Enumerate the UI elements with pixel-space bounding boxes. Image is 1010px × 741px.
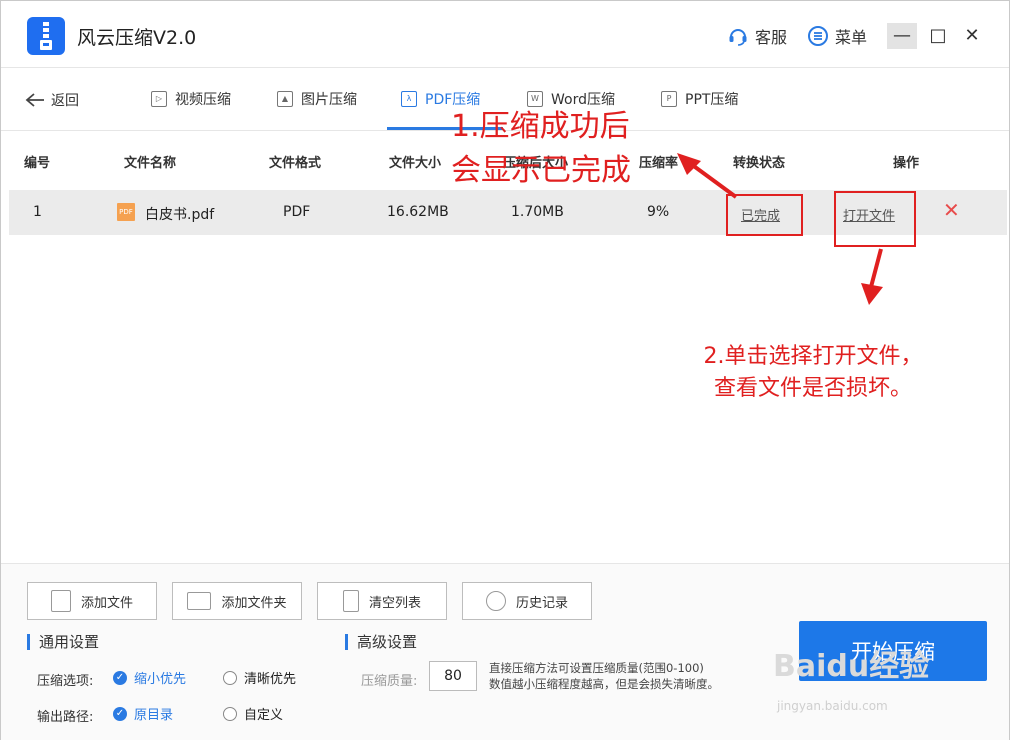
clear-list-label: 清空列表 bbox=[368, 595, 421, 611]
radio-label: 缩小优先 bbox=[134, 672, 187, 687]
quality-desc-line1: 直接压缩方法可设置压缩质量(范围0-100) bbox=[489, 661, 704, 675]
quality-label: 压缩质量: bbox=[361, 674, 418, 689]
arrow-2-line bbox=[869, 248, 883, 288]
radio-label: 清晰优先 bbox=[244, 672, 297, 687]
watermark-logo: Baidu经验 bbox=[773, 649, 930, 684]
radio-custom-dir[interactable]: 自定义 bbox=[223, 704, 283, 723]
add-file-label: 添加文件 bbox=[80, 595, 133, 611]
quality-desc-line2: 数值越小压缩程度越高，但是会损失清晰度。 bbox=[489, 677, 719, 691]
radio-label: 自定义 bbox=[244, 708, 284, 723]
annotation-2: 2.单击选择打开文件，查看文件是否损坏。 bbox=[703, 344, 923, 401]
add-file-button[interactable]: 添加文件 bbox=[27, 582, 157, 620]
clear-list-button[interactable]: 清空列表 bbox=[317, 582, 447, 620]
add-folder-label: 添加文件夹 bbox=[221, 595, 287, 611]
radio-checked-icon: ✓ bbox=[113, 670, 127, 685]
history-label: 历史记录 bbox=[515, 595, 568, 611]
radio-checked-icon: ✓ bbox=[113, 706, 127, 721]
clock-icon bbox=[485, 591, 506, 611]
compress-option-label: 压缩选项: bbox=[37, 674, 94, 689]
quality-input[interactable]: 80 bbox=[429, 661, 477, 691]
add-folder-button[interactable]: 添加文件夹 bbox=[172, 582, 302, 620]
app-window: 风云压缩V2.0 客服 菜单 — □ ✕ 返回 ▷ 视频压缩 ▲ 图片压缩 λ … bbox=[0, 0, 1010, 740]
radio-unchecked-icon bbox=[223, 670, 237, 685]
add-folder-icon bbox=[187, 592, 212, 610]
advanced-settings-title: 高级设置 bbox=[345, 634, 417, 650]
radio-unchecked-icon bbox=[223, 706, 237, 721]
radio-label: 原目录 bbox=[134, 708, 174, 723]
arrow-1-line bbox=[689, 162, 738, 199]
arrow-1-head bbox=[677, 153, 701, 175]
history-button[interactable]: 历史记录 bbox=[462, 582, 592, 620]
radio-clear-first[interactable]: 清晰优先 bbox=[223, 668, 296, 687]
quality-description: 直接压缩方法可设置压缩质量(范围0-100) 数值越小压缩程度越高，但是会损失清… bbox=[489, 660, 719, 692]
add-file-icon bbox=[50, 590, 71, 612]
watermark-url: jingyan.baidu.com bbox=[777, 699, 888, 713]
output-path-label: 输出路径: bbox=[37, 710, 94, 725]
trash-icon bbox=[342, 590, 359, 612]
arrow-2-head bbox=[861, 283, 883, 305]
general-settings-title: 通用设置 bbox=[27, 634, 99, 650]
radio-original-dir[interactable]: ✓ 原目录 bbox=[113, 704, 173, 723]
radio-small-first[interactable]: ✓ 缩小优先 bbox=[113, 668, 186, 687]
